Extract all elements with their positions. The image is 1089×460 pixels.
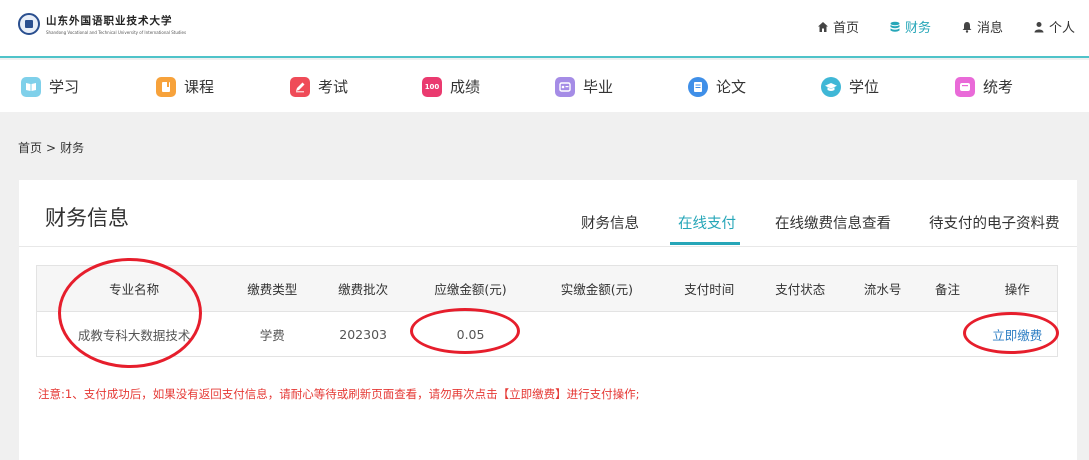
module-study[interactable]: 学习 bbox=[21, 76, 79, 97]
cell-major: 成教专科大数据技术 bbox=[77, 327, 191, 343]
score-icon-text: 100 bbox=[424, 82, 440, 91]
module-course-label: 课程 bbox=[184, 78, 215, 96]
col-fee-type: 缴费类型 bbox=[231, 265, 314, 312]
module-thesis[interactable]: 论文 bbox=[688, 76, 746, 97]
col-amount-paid: 实缴金额(元) bbox=[528, 265, 666, 312]
col-major: 专业名称 bbox=[36, 265, 232, 312]
col-remark: 备注 bbox=[917, 265, 978, 312]
unified-exam-icon bbox=[955, 76, 975, 97]
module-exam[interactable]: 考试 bbox=[290, 76, 348, 97]
logo-text: 山东外国语职业技术大学 Shandong Vocational and Tech… bbox=[46, 13, 186, 35]
tab-payment-records[interactable]: 在线缴费信息查看 bbox=[775, 212, 891, 233]
cell-remark bbox=[918, 312, 978, 357]
nav-personal[interactable]: 个人 bbox=[1033, 17, 1075, 36]
col-serial-number: 流水号 bbox=[847, 265, 918, 312]
cell-fee-type: 学费 bbox=[259, 327, 285, 343]
module-bar: 学习 课程 考试 100 成绩 毕业 论文 学位 统考 bbox=[0, 60, 1089, 112]
panel-divider bbox=[19, 246, 1077, 247]
nav-home-label: 首页 bbox=[832, 21, 859, 36]
logo-name-en: Shandong Vocational and Technical Univer… bbox=[46, 30, 187, 35]
nav-home[interactable]: 首页 bbox=[817, 17, 859, 36]
graduation-icon bbox=[555, 76, 575, 97]
finance-panel: 财务信息 财务信息 在线支付 在线缴费信息查看 待支付的电子资料费 专业名称 缴… bbox=[19, 180, 1077, 460]
course-icon bbox=[156, 76, 176, 97]
tab-pending-material-fees[interactable]: 待支付的电子资料费 bbox=[929, 212, 1060, 233]
user-icon bbox=[1034, 21, 1044, 32]
page-title: 财务信息 bbox=[45, 206, 129, 230]
degree-icon bbox=[821, 76, 841, 97]
nav-finance-label: 财务 bbox=[904, 21, 931, 36]
exam-icon bbox=[290, 76, 310, 97]
cell-pay-status bbox=[753, 312, 848, 357]
module-score[interactable]: 100 成绩 bbox=[422, 76, 480, 97]
active-tab-indicator bbox=[670, 242, 740, 245]
breadcrumb: 首页 > 财务 bbox=[18, 139, 88, 156]
col-batch: 缴费批次 bbox=[313, 265, 414, 312]
module-thesis-label: 论文 bbox=[716, 78, 747, 96]
module-unified-exam-label: 统考 bbox=[983, 78, 1014, 96]
payment-table: 专业名称 缴费类型 缴费批次 应缴金额(元) 实缴金额(元) 支付时间 支付状态… bbox=[36, 265, 1058, 357]
col-pay-time: 支付时间 bbox=[665, 265, 753, 312]
top-header: 山东外国语职业技术大学 Shandong Vocational and Tech… bbox=[0, 0, 1089, 58]
col-amount-due: 应缴金额(元) bbox=[413, 265, 528, 312]
top-nav: 首页 财务 消息 个人 bbox=[787, 17, 1075, 36]
module-exam-label: 考试 bbox=[318, 78, 349, 96]
cell-pay-time bbox=[666, 312, 753, 357]
col-action: 操作 bbox=[977, 265, 1058, 312]
module-unified-exam[interactable]: 统考 bbox=[955, 76, 1013, 97]
tab-online-payment[interactable]: 在线支付 bbox=[678, 212, 736, 233]
module-graduation-label: 毕业 bbox=[583, 78, 614, 96]
home-icon bbox=[817, 21, 828, 32]
thesis-icon bbox=[688, 76, 708, 97]
university-logo[interactable]: 山东外国语职业技术大学 Shandong Vocational and Tech… bbox=[18, 13, 186, 35]
pay-now-link[interactable]: 立即缴费 bbox=[992, 328, 1042, 343]
cell-serial-number bbox=[848, 312, 918, 357]
table-row: 成教专科大数据技术 学费 202303 0.05 立即缴费 bbox=[37, 312, 1058, 357]
tab-finance-info[interactable]: 财务信息 bbox=[581, 212, 639, 233]
col-pay-status: 支付状态 bbox=[752, 265, 848, 312]
cell-action: 立即缴费 bbox=[978, 312, 1058, 357]
score-icon: 100 bbox=[422, 76, 442, 97]
nav-personal-label: 个人 bbox=[1048, 21, 1075, 36]
module-degree-label: 学位 bbox=[849, 78, 880, 96]
study-icon bbox=[21, 76, 41, 97]
nav-finance[interactable]: 财务 bbox=[889, 17, 931, 36]
table-header-row: 专业名称 缴费类型 缴费批次 应缴金额(元) 实缴金额(元) 支付时间 支付状态… bbox=[36, 265, 1058, 312]
breadcrumb-separator: > bbox=[46, 141, 57, 155]
cell-batch: 202303 bbox=[339, 326, 387, 342]
nav-messages-label: 消息 bbox=[976, 21, 1003, 36]
module-study-label: 学习 bbox=[49, 78, 80, 96]
cell-amount-due: 0.05 bbox=[456, 326, 485, 342]
module-course[interactable]: 课程 bbox=[156, 76, 214, 97]
module-degree[interactable]: 学位 bbox=[821, 76, 879, 97]
breadcrumb-current: 财务 bbox=[60, 141, 85, 155]
cell-amount-paid bbox=[528, 312, 666, 357]
nav-messages[interactable]: 消息 bbox=[961, 17, 1003, 36]
payment-notice: 注意:1、支付成功后，如果没有返回支付信息，请耐心等待或刷新页面查看，请勿再次点… bbox=[38, 387, 640, 401]
module-graduation[interactable]: 毕业 bbox=[555, 76, 613, 97]
module-score-label: 成绩 bbox=[450, 78, 481, 96]
breadcrumb-home[interactable]: 首页 bbox=[18, 141, 42, 155]
logo-name-cn: 山东外国语职业技术大学 bbox=[46, 15, 173, 27]
bell-icon bbox=[962, 21, 972, 33]
university-seal-icon bbox=[18, 13, 40, 35]
database-icon bbox=[890, 21, 900, 32]
